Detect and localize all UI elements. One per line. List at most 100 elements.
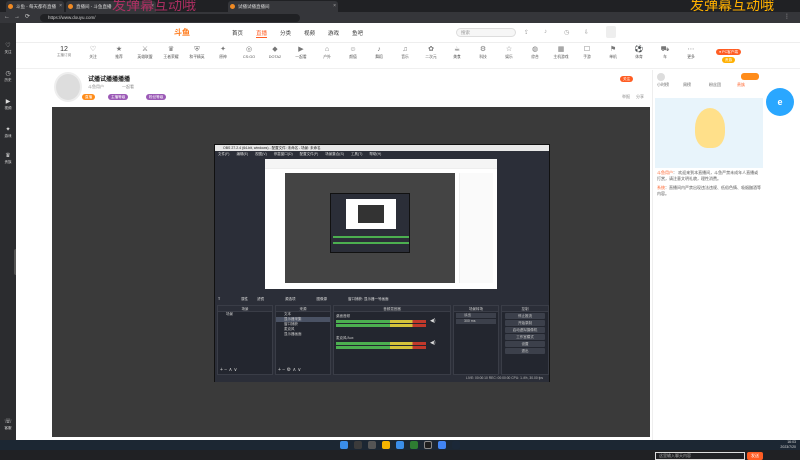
edge-icon[interactable] [396, 441, 404, 449]
studio-mode-button[interactable]: 工作室模式 [505, 334, 545, 340]
chat-user[interactable]: 斗鱼用户 [657, 170, 673, 175]
category-item[interactable]: ☕ 美食 [446, 45, 468, 60]
add-icon[interactable]: + − ⚙ ∧ ∨ [278, 367, 301, 373]
tab-noble[interactable]: 贵族 [737, 82, 745, 88]
category-item[interactable]: ♪ 舞蹈 [368, 45, 390, 60]
rank-button[interactable] [741, 73, 759, 80]
category-item[interactable]: ⚑ 单机 [602, 45, 624, 60]
streamer-name[interactable]: 斗鱼用户 [88, 84, 104, 90]
obs-menu-item[interactable]: 视图(V) [249, 152, 267, 156]
category-item[interactable]: ◆ DOTA2 [264, 45, 286, 59]
report-link[interactable]: 举报 [622, 94, 630, 100]
category-item[interactable]: ☆ 娱乐 [498, 45, 520, 60]
obs-source-options[interactable]: 源选项 [265, 297, 296, 301]
back-icon[interactable]: ← [4, 13, 10, 22]
scene-item[interactable]: 场景 [218, 312, 272, 317]
download-icon[interactable]: ⇩ [584, 29, 589, 36]
category-item[interactable]: ⚔ 英雄联盟 [134, 45, 156, 60]
steam-icon[interactable] [452, 441, 460, 449]
category-item[interactable]: ⋯ 更多 [680, 45, 702, 60]
chat-input[interactable]: 这里输入聊天内容 [655, 452, 745, 460]
tab-hour-rank[interactable]: 小时榜 [657, 82, 669, 88]
nav-fishbar[interactable]: 鱼吧 [352, 29, 363, 37]
obs-menu-item[interactable]: 编辑(E) [230, 152, 248, 156]
category-item[interactable]: ★ 推荐 [108, 45, 130, 60]
task-view-icon[interactable] [368, 441, 376, 449]
search-icon[interactable] [354, 441, 362, 449]
obs-image-source[interactable]: 图像源 [297, 297, 328, 301]
close-icon[interactable]: × [333, 1, 336, 12]
avatar[interactable] [606, 26, 616, 38]
nav-home[interactable]: 首页 [232, 29, 243, 37]
site-logo[interactable]: 斗鱼 [174, 27, 190, 38]
category-item[interactable]: ⛨ 和平精英 [186, 45, 208, 60]
obs-properties-button[interactable]: 属性 [221, 297, 248, 301]
menu-icon[interactable]: ⋮ [784, 13, 790, 22]
nav-game[interactable]: 游戏 [328, 29, 339, 37]
category-item[interactable]: ▶ 一起看 [290, 45, 312, 60]
category-item[interactable]: ♡ 关注 [82, 45, 104, 60]
chat-user[interactable]: 系统 [657, 185, 665, 190]
rail-item-video[interactable]: ▶ 视频 [0, 99, 16, 111]
category-item[interactable]: ◍ 综合 [524, 45, 546, 60]
bell-icon[interactable]: ♪ [544, 29, 547, 35]
pc-client-button[interactable]: ● PC客户端 [716, 49, 741, 55]
url-field[interactable]: https://www.douyu.com/ [40, 13, 300, 22]
browser-tab[interactable]: 试播试播直播间 × [228, 1, 338, 12]
clock[interactable]: 16:03 2023/7/20 [780, 440, 796, 450]
tab-fans[interactable]: 粉丝团 [709, 82, 721, 88]
nav-video[interactable]: 视频 [304, 29, 315, 37]
category-item[interactable]: ◎ CS:GO [238, 45, 260, 59]
reload-icon[interactable]: ⟳ [25, 13, 30, 22]
room-category[interactable]: 一起看 [122, 84, 134, 90]
category-item[interactable]: ♛ 王者荣耀 [160, 45, 182, 60]
speaker-icon[interactable]: ◀) [430, 318, 436, 324]
rail-item-noble[interactable]: ♛ 贵族 [0, 153, 16, 165]
category-item[interactable]: ⌂ 户外 [316, 45, 338, 60]
streamer-avatar[interactable] [54, 72, 82, 102]
history-icon[interactable]: ◷ [564, 29, 569, 36]
source-item[interactable]: 显示器画面 [276, 332, 330, 337]
store-icon[interactable] [410, 441, 418, 449]
send-button[interactable]: 发送 [747, 452, 763, 460]
category-item[interactable]: ⚙ 科技 [472, 45, 494, 60]
nav-live[interactable]: 直播 [256, 29, 268, 38]
obs-menu-item[interactable]: 工具(T) [345, 152, 362, 156]
nav-category[interactable]: 分类 [280, 29, 291, 37]
obs-preview[interactable] [265, 159, 497, 289]
obs-menu-item[interactable]: 场景集合(S) [319, 152, 344, 156]
chrome-icon[interactable] [438, 441, 446, 449]
browser-tab[interactable]: 斗鱼 - 每天都有直播 × [6, 1, 64, 12]
settings-button[interactable]: 设置 [505, 341, 545, 347]
subscribe-count[interactable]: 12 主播订阅 [54, 46, 74, 58]
add-icon[interactable]: + − ∧ ∨ [220, 367, 237, 373]
windows-start-icon[interactable] [340, 441, 348, 449]
video-player[interactable]: OBS 27.2.4 (64-bit, windows) - 配置文件: 未命名… [52, 107, 650, 437]
category-item[interactable]: ⛟ 车 [654, 45, 676, 60]
tab-week-rank[interactable]: 周榜 [683, 82, 691, 88]
obs-menu-item[interactable]: 文件(F) [215, 152, 229, 156]
explorer-icon[interactable] [382, 441, 390, 449]
rail-item-game[interactable]: ✦ 游戏 [0, 127, 16, 139]
transition-select[interactable]: 淡出 [456, 313, 496, 318]
rail-item-follow[interactable]: ♡ 关注 [0, 43, 16, 55]
search-input[interactable]: 搜索 [456, 28, 516, 37]
rail-item-service[interactable]: ☏ 客服 [0, 419, 16, 431]
category-item[interactable]: ☐ 手游 [576, 45, 598, 60]
category-item[interactable]: ▦ 主机游戏 [550, 45, 572, 60]
obs-menu-item[interactable]: 帮助(H) [363, 152, 381, 156]
category-item[interactable]: ⚽ 体育 [628, 45, 650, 60]
speaker-icon[interactable]: ◀) [430, 340, 436, 346]
obs-menu-item[interactable]: 停靠窗口(D) [268, 152, 293, 156]
obs-icon[interactable] [424, 441, 432, 449]
upload-icon[interactable]: ⇪ [524, 29, 529, 36]
exit-button[interactable]: 退出 [505, 348, 545, 354]
transition-duration[interactable]: 300 ms [456, 319, 496, 324]
forward-icon[interactable]: → [14, 13, 20, 22]
noble-banner[interactable] [655, 98, 763, 168]
close-icon[interactable]: × [59, 1, 62, 12]
vip-button[interactable]: 贵族 [722, 57, 736, 63]
stop-stream-button[interactable]: 停止推流 [505, 313, 545, 319]
category-item[interactable]: ♫ 音乐 [394, 45, 416, 60]
category-item[interactable]: ✦ 原神 [212, 45, 234, 60]
